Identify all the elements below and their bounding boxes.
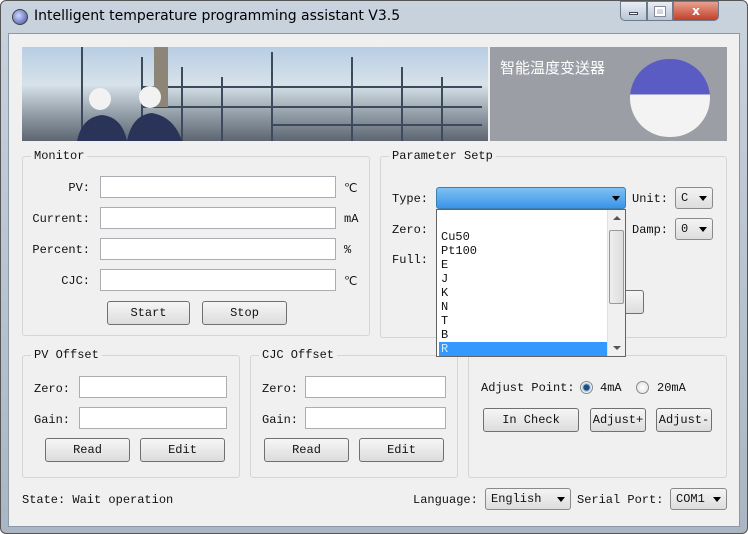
cjc-offset-title: CJC Offset: [259, 348, 338, 362]
type-option[interactable]: Cu50: [439, 230, 607, 244]
adjust-minus-button[interactable]: Adjust-: [656, 408, 712, 432]
cjc-zero-label: Zero:: [262, 382, 299, 396]
chevron-down-icon: [699, 227, 707, 232]
percent-unit: %: [344, 243, 352, 257]
radio-4ma[interactable]: [580, 381, 593, 394]
full-label: Full:: [392, 253, 429, 267]
cjc-unit: ℃: [344, 275, 358, 289]
current-unit: mA: [344, 212, 359, 226]
parameter-title: Parameter Setp: [389, 149, 496, 163]
type-option[interactable]: N: [439, 300, 607, 314]
product-panel: 智能温度变送器: [490, 47, 727, 141]
serial-port-value: COM1: [676, 492, 705, 506]
unit-label: Unit:: [632, 192, 669, 206]
percent-field[interactable]: [100, 238, 336, 260]
damp-label: Damp:: [632, 223, 669, 237]
type-option[interactable]: T: [439, 314, 607, 328]
banner-image: [22, 47, 488, 141]
pv-read-button[interactable]: Read: [45, 438, 130, 462]
pv-offset-title: PV Offset: [31, 348, 102, 362]
type-select[interactable]: [436, 187, 626, 209]
pv-zero-field[interactable]: [79, 376, 227, 398]
serial-port-label: Serial Port:: [577, 493, 664, 507]
radio-20ma-label: 20mA: [657, 381, 686, 395]
pv-label: PV:: [68, 181, 90, 195]
pv-unit: ℃: [344, 182, 358, 196]
cjc-read-button[interactable]: Read: [264, 438, 349, 462]
monitor-title: Monitor: [31, 149, 88, 163]
type-option[interactable]: K: [439, 286, 607, 300]
adjust-plus-button[interactable]: Adjust+: [590, 408, 646, 432]
scroll-down-icon[interactable]: [613, 346, 621, 350]
stop-button[interactable]: Stop: [202, 301, 287, 325]
radio-20ma[interactable]: [636, 381, 649, 394]
damp-select[interactable]: 0: [675, 218, 713, 240]
banner-title: 智能温度变送器: [500, 59, 606, 77]
zero-label: Zero:: [392, 223, 429, 237]
scroll-up-icon[interactable]: [613, 216, 621, 220]
cjc-label: CJC:: [61, 274, 90, 288]
chevron-down-icon: [557, 497, 565, 502]
scroll-thumb[interactable]: [609, 230, 624, 304]
current-label: Current:: [32, 212, 90, 226]
chevron-down-icon: [713, 497, 721, 502]
window-title: Intelligent temperature programming assi…: [34, 8, 401, 24]
cjc-gain-field[interactable]: [305, 407, 446, 429]
type-option[interactable]: J: [439, 272, 607, 286]
cjc-edit-button[interactable]: Edit: [359, 438, 444, 462]
pv-gain-label: Gain:: [34, 413, 71, 427]
percent-label: Percent:: [32, 243, 90, 257]
type-option-selected[interactable]: R: [439, 342, 607, 356]
pv-edit-button[interactable]: Edit: [140, 438, 225, 462]
type-option[interactable]: [439, 214, 607, 228]
unit-value: C: [681, 191, 689, 205]
adjust-point-label: Adjust Point:: [481, 381, 575, 395]
unit-select[interactable]: C: [675, 187, 713, 209]
pv-zero-label: Zero:: [34, 382, 71, 396]
language-value: English: [491, 492, 542, 506]
refinery-illustration: [77, 47, 482, 141]
start-button[interactable]: Start: [107, 301, 190, 325]
transmitter-image: [630, 59, 710, 137]
in-check-button[interactable]: In Check: [483, 408, 579, 432]
maximize-button[interactable]: [647, 1, 673, 21]
state-text: State: Wait operation: [22, 493, 174, 507]
language-label: Language:: [413, 493, 478, 507]
dropdown-scrollbar[interactable]: [607, 210, 625, 356]
chevron-down-icon: [612, 196, 620, 201]
radio-4ma-label: 4mA: [600, 381, 622, 395]
damp-value: 0: [681, 222, 689, 236]
serial-port-select[interactable]: COM1: [670, 488, 727, 510]
type-label: Type:: [392, 192, 429, 206]
cjc-gain-label: Gain:: [262, 413, 299, 427]
cjc-field[interactable]: [100, 269, 336, 291]
chevron-down-icon: [699, 196, 707, 201]
close-button[interactable]: x: [673, 1, 719, 21]
minimize-button[interactable]: [620, 1, 647, 21]
app-icon: [12, 9, 28, 25]
type-dropdown-list[interactable]: Cu50 Pt100 E J K N T B R: [436, 209, 626, 357]
pv-field[interactable]: [100, 176, 336, 198]
current-field[interactable]: [100, 207, 336, 229]
type-option[interactable]: E: [439, 258, 607, 272]
cjc-zero-field[interactable]: [305, 376, 446, 398]
type-option[interactable]: Pt100: [439, 244, 607, 258]
type-option[interactable]: B: [439, 328, 607, 342]
pv-gain-field[interactable]: [79, 407, 227, 429]
language-select[interactable]: English: [485, 488, 571, 510]
